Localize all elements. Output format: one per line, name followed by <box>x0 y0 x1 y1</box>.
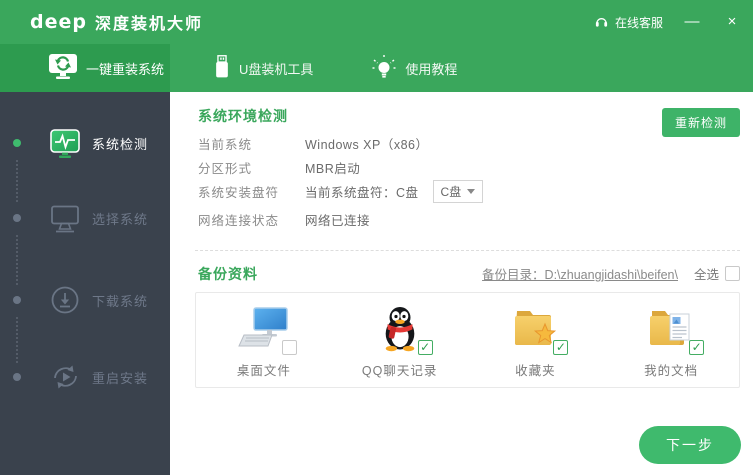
detection-row-partition: 分区形式 MBR启动 <box>198 158 360 176</box>
detection-row-network: 网络连接状态 网络已连接 <box>198 210 370 228</box>
row-value: 网络已连接 <box>305 213 371 228</box>
main-content: 系统环境检测 重新检测 当前系统 Windows XP（x86） 分区形式 MB… <box>170 92 753 475</box>
detection-row-current-system: 当前系统 Windows XP（x86） <box>198 134 429 152</box>
backup-item-my-documents[interactable]: ✓ 我的文档 <box>603 293 739 387</box>
sidebar-item-label: 重启安装 <box>92 370 149 386</box>
chevron-down-icon <box>467 188 476 194</box>
row-value: Windows XP（x86） <box>305 137 429 152</box>
row-label: 分区形式 <box>198 161 253 176</box>
step-connector <box>16 235 18 285</box>
tab-label: U盘装机工具 <box>239 61 314 77</box>
logo-text-en: deep <box>30 11 87 33</box>
app-logo: deep 深度装机大师 <box>30 10 203 34</box>
sidebar-item-label: 选择系统 <box>92 211 149 227</box>
tab-reinstall-system[interactable]: 一键重装系统 <box>0 44 170 92</box>
step-connector <box>16 160 18 202</box>
row-label: 当前系统 <box>198 137 253 152</box>
section-title-detection: 系统环境检测 <box>198 108 288 124</box>
step-connector <box>16 317 18 363</box>
next-step-button[interactable]: 下一步 <box>639 426 741 464</box>
step-bullet <box>13 139 21 147</box>
backup-item-label: 我的文档 <box>644 364 699 378</box>
drive-select-dropdown[interactable]: C盘 <box>432 179 484 203</box>
backup-item-checkbox[interactable] <box>281 340 297 355</box>
row-label: 系统安装盘符 <box>198 185 280 200</box>
select-all-control[interactable]: 全选 <box>694 264 740 283</box>
title-bar: deep 深度装机大师 在线客服 — × <box>0 0 753 44</box>
tab-bar: 一键重装系统 U盘装机工具 使用教程 <box>0 44 753 92</box>
backup-item-checkbox[interactable]: ✓ <box>553 340 569 355</box>
reinstall-monitor-refresh-icon <box>48 53 78 83</box>
tab-label: 一键重装系统 <box>86 61 165 77</box>
row-label: 网络连接状态 <box>198 213 280 228</box>
step-bullet <box>13 296 21 304</box>
logo-text-cn: 深度装机大师 <box>94 16 203 33</box>
backup-items-panel: 桌面文件 ✓ QQ聊天记录 ✓ 收藏夹 ✓ 我的文档 <box>195 292 740 388</box>
sidebar-item-restart-install[interactable]: 重启安装 <box>0 360 170 394</box>
headset-icon <box>594 14 609 31</box>
documents-folder-icon <box>648 306 694 355</box>
backup-item-desktop-files[interactable]: 桌面文件 <box>196 293 332 387</box>
backup-item-label: QQ聊天记录 <box>361 364 438 378</box>
backup-item-label: 桌面文件 <box>236 364 291 378</box>
minimize-button[interactable]: — <box>681 11 703 33</box>
lightbulb-icon <box>371 54 397 83</box>
select-all-label: 全选 <box>693 268 719 282</box>
tab-tutorial[interactable]: 使用教程 <box>371 44 457 92</box>
online-service-button[interactable]: 在线客服 <box>594 14 663 31</box>
download-icon <box>48 284 82 316</box>
system-check-icon <box>48 127 82 159</box>
choose-system-monitor-icon <box>48 202 82 234</box>
sidebar-item-system-check[interactable]: 系统检测 <box>0 126 170 160</box>
usb-drive-icon <box>213 54 231 83</box>
backup-header: 备份资料 备份目录：D:\zhuangjidashi\beifen\ 全选 <box>170 264 753 282</box>
dashed-divider <box>195 250 740 251</box>
backup-item-checkbox[interactable]: ✓ <box>417 340 433 355</box>
tab-label: 使用教程 <box>405 61 458 77</box>
step-bullet <box>13 373 21 381</box>
row-value: 当前系统盘符：C盘 <box>305 185 419 200</box>
backup-item-label: 收藏夹 <box>515 364 556 378</box>
recheck-button[interactable]: 重新检测 <box>661 108 740 137</box>
drive-select-value: C盘 <box>440 184 462 199</box>
sidebar-item-label: 下载系统 <box>92 293 149 309</box>
section-title-backup: 备份资料 <box>198 266 258 282</box>
sidebar-item-download-system[interactable]: 下载系统 <box>0 283 170 317</box>
online-service-label: 在线客服 <box>614 15 663 30</box>
restart-icon <box>48 361 82 393</box>
backup-directory-link[interactable]: 备份目录：D:\zhuangjidashi\beifen\ <box>482 264 678 283</box>
step-bullet <box>13 214 21 222</box>
row-value: MBR启动 <box>305 161 361 176</box>
backup-item-favorites[interactable]: ✓ 收藏夹 <box>468 293 604 387</box>
backup-item-checkbox[interactable]: ✓ <box>689 340 705 355</box>
detection-row-install-drive: 系统安装盘符 当前系统盘符：C盘 C盘 <box>198 179 484 203</box>
tab-usb-tool[interactable]: U盘装机工具 <box>213 44 313 92</box>
select-all-checkbox[interactable] <box>725 266 740 281</box>
sidebar-item-label: 系统检测 <box>92 136 149 152</box>
sidebar-item-choose-system[interactable]: 选择系统 <box>0 201 170 235</box>
titlebar-controls: 在线客服 — × <box>594 11 743 33</box>
close-button[interactable]: × <box>721 11 743 33</box>
favorites-folder-icon <box>512 306 558 355</box>
steps-sidebar: 系统检测 选择系统 下载系统 重启安装 <box>0 92 170 475</box>
app-window: deep 深度装机大师 在线客服 — × 一键重装系统 U盘装机工具 使用教程 … <box>0 0 753 475</box>
qq-icon <box>379 304 421 357</box>
backup-item-qq-history[interactable]: ✓ QQ聊天记录 <box>332 293 468 387</box>
